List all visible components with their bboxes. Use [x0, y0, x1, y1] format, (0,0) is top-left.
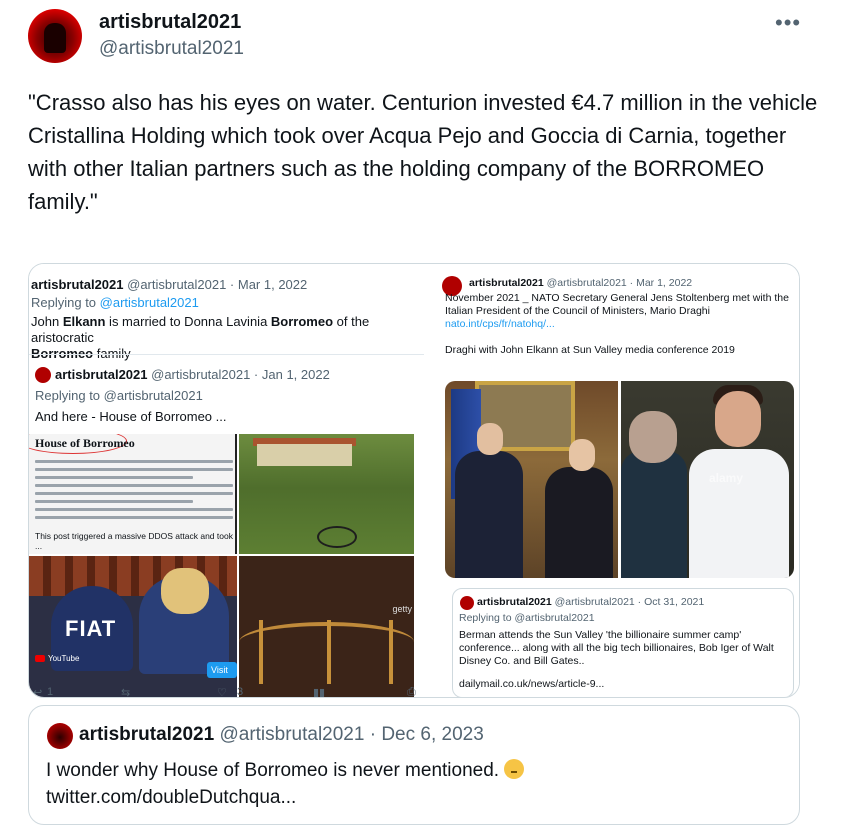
reply-count: 1	[47, 686, 54, 698]
thinking-face-emoji	[504, 759, 525, 779]
visit-button[interactable]: Visit	[207, 662, 237, 678]
left-screenshot-header: artisbrutal2021 @artisbrutal2021 · Mar 1…	[31, 277, 307, 292]
quoted-header: artisbrutal2021 @artisbrutal2021 · Oct 3…	[477, 596, 705, 608]
right-screenshot-image[interactable]: artisbrutal2021 @artisbrutal2021 · Mar 1…	[428, 264, 799, 697]
draghi-elkann-photo: alamy	[621, 381, 794, 578]
photo-grid: alamy	[445, 381, 794, 578]
media-card[interactable]: artisbrutal2021 @artisbrutal2021 · Mar 1…	[28, 263, 800, 698]
share-icon: ⎙	[407, 686, 416, 698]
house-of-borromeo-doc-thumbnail: House of Borromeo This post triggered a …	[29, 434, 237, 554]
right-line1: November 2021 _ NATO Secretary General J…	[445, 292, 789, 304]
fiat-couple-thumbnail: FIAT YouTube	[29, 556, 237, 697]
quoted-text: Berman attends the Sun Valley 'the billi…	[459, 629, 774, 667]
stoltenberg-draghi-photo	[445, 381, 618, 578]
left-replying-handle: @artisbrutal2021	[99, 295, 199, 310]
left-replying: Replying to @artisbrutal2021	[31, 295, 199, 310]
right-author: artisbrutal2021	[469, 277, 544, 289]
inner-avatar	[35, 367, 51, 383]
more-horizontal-icon[interactable]: •••	[775, 10, 801, 36]
museum-rope-thumbnail: getty	[239, 556, 414, 697]
left-screenshot-image[interactable]: artisbrutal2021 @artisbrutal2021 · Mar 1…	[29, 264, 424, 698]
like-icon: ♡	[217, 687, 227, 698]
left-action-bar: ↩ 1 ⇆ ♡ 3 ▮▮ ⎙	[29, 684, 424, 698]
left-handle-date: @artisbrutal2021 · Mar 1, 2022	[127, 277, 308, 292]
quoted-author-avatar[interactable]	[47, 723, 73, 749]
nato-link: nato.int/cps/fr/natohq/...	[445, 318, 555, 330]
author-name[interactable]: artisbrutal2021	[99, 11, 241, 34]
inner-header: artisbrutal2021 @artisbrutal2021 · Jan 1…	[55, 367, 330, 382]
quoted-tweet-text: I wonder why House of Borromeo is never …	[46, 757, 786, 811]
dailymail-link: dailymail.co.uk/news/article-9...	[459, 678, 605, 690]
quoted-tweet-header: artisbrutal2021 @artisbrutal2021 · Dec 6…	[79, 724, 484, 746]
youtube-icon	[35, 655, 45, 663]
fiat-text: FIAT	[65, 616, 117, 641]
quoted-avatar	[460, 596, 474, 610]
like-count: 3	[237, 686, 244, 698]
right-quoted-tweet: artisbrutal2021 @artisbrutal2021 · Oct 3…	[452, 588, 794, 697]
youtube-label: YouTube	[35, 654, 79, 663]
quoted-author-name: artisbrutal2021	[79, 724, 215, 745]
author-handle[interactable]: @artisbrutal2021	[99, 38, 244, 60]
doc-caption: This post triggered a massive DDOS attac…	[35, 531, 233, 551]
inner-author: artisbrutal2021	[55, 367, 148, 382]
alamy-watermark: alamy	[709, 471, 744, 485]
divider	[29, 354, 424, 355]
right-line2: Italian President of the Council of Mini…	[445, 305, 710, 317]
quoted-replying: Replying to @artisbrutal2021	[459, 612, 595, 624]
right-body: November 2021 _ NATO Secretary General J…	[445, 292, 797, 357]
reply-icon: ↩	[33, 687, 43, 698]
villa-aerial-thumbnail	[239, 434, 414, 554]
right-header: artisbrutal2021 @artisbrutal2021 · Mar 1…	[469, 277, 692, 289]
inner-text: And here - House of Borromeo ...	[35, 409, 227, 424]
retweet-icon: ⇆	[121, 687, 131, 698]
quoted-handle-date: @artisbrutal2021 · Dec 6, 2023	[219, 724, 484, 745]
author-avatar[interactable]	[28, 9, 82, 63]
views-icon: ▮▮	[313, 687, 326, 698]
doc-title: House of Borromeo	[35, 436, 135, 450]
inner-handle-date: @artisbrutal2021 · Jan 1, 2022	[151, 367, 330, 382]
inner-replying: Replying to @artisbrutal2021	[35, 388, 203, 403]
right-line3: Draghi with John Elkann at Sun Valley me…	[445, 344, 735, 356]
right-handle-date: @artisbrutal2021 · Mar 1, 2022	[546, 277, 693, 289]
quoted-tweet-card[interactable]: artisbrutal2021 @artisbrutal2021 · Dec 6…	[28, 705, 800, 825]
tweet-text: "Crasso also has his eyes on water. Cent…	[28, 90, 818, 214]
left-replying-prefix: Replying to	[31, 295, 100, 310]
getty-watermark: getty	[392, 604, 412, 614]
quoted-tweet-link[interactable]: twitter.com/doubleDutchqua...	[46, 787, 296, 808]
quoted-text-body: I wonder why House of Borromeo is never …	[46, 760, 500, 781]
left-author: artisbrutal2021	[31, 277, 124, 292]
